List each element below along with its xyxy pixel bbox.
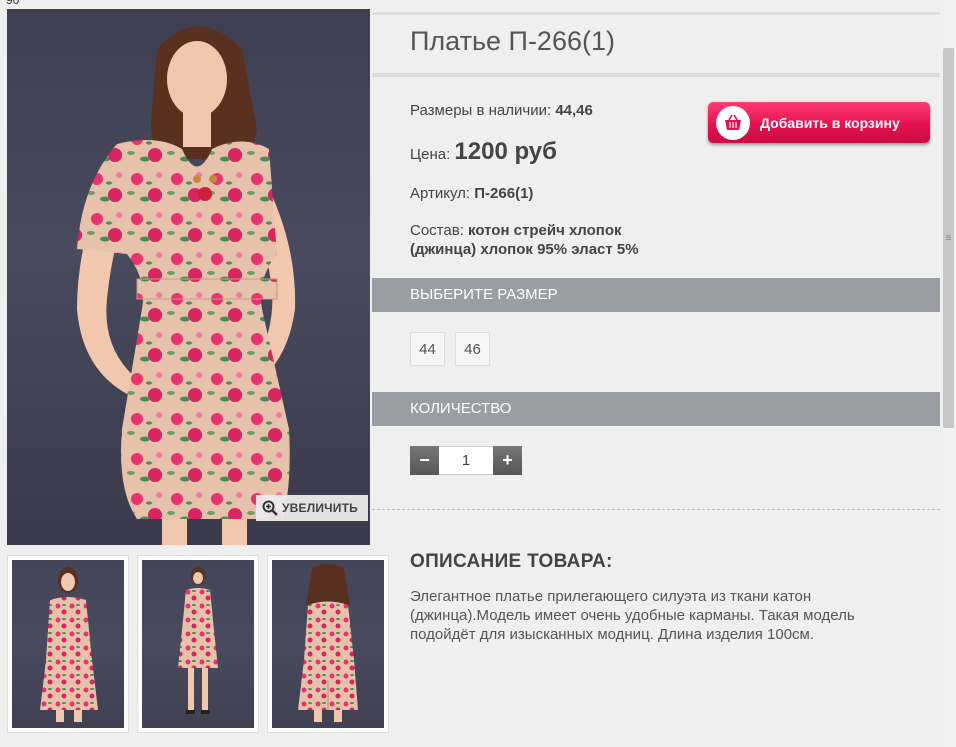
price-label: Цена:	[410, 146, 451, 163]
price: Цена: 1200 руб	[410, 138, 557, 166]
article: Артикул: П-266(1)	[410, 185, 533, 202]
thumbnail-full-length[interactable]	[137, 555, 259, 733]
thumbnail-back[interactable]	[267, 555, 389, 733]
product-title: Платье П-266(1)	[410, 26, 615, 56]
quantity-increase-button[interactable]: +	[493, 446, 522, 475]
corner-text: 90	[6, 0, 20, 7]
quantity-stepper: − +	[410, 446, 522, 475]
top-divider	[372, 12, 940, 15]
thumbnail-front-image	[40, 567, 98, 722]
article-label: Артикул:	[410, 185, 471, 202]
thumbnail-strip	[7, 555, 389, 733]
scrollbar[interactable]: ≡	[941, 0, 956, 747]
basket-icon	[716, 105, 750, 140]
composition: Состав: котон стрейч хлопок (джинца) хло…	[410, 221, 639, 259]
composition-label: Состав:	[410, 222, 464, 239]
sizes-value: 44,46	[555, 102, 593, 119]
thumbnail-back-image	[298, 564, 358, 722]
magnifier-plus-icon	[262, 500, 278, 516]
description-text: Элегантное платье прилегающего силуэта и…	[410, 588, 855, 643]
quantity-input[interactable]	[439, 446, 493, 475]
size-section-header: ВЫБЕРИТЕ РАЗМЕР	[372, 278, 940, 312]
main-product-photo[interactable]: УВЕЛИЧИТЬ	[7, 9, 370, 545]
quantity-section-header: КОЛИЧЕСТВО	[372, 392, 940, 426]
size-option-46[interactable]: 46	[455, 332, 490, 366]
dress-model-illustration	[77, 26, 296, 545]
article-value: П-266(1)	[474, 185, 534, 202]
price-value: 1200 руб	[454, 138, 557, 165]
title-divider	[372, 73, 940, 77]
description-title: ОПИСАНИЕ ТОВАРА:	[410, 551, 613, 572]
size-option-44[interactable]: 44	[410, 332, 445, 366]
zoom-button[interactable]: УВЕЛИЧИТЬ	[256, 495, 368, 521]
thumbnail-front[interactable]	[7, 555, 129, 733]
add-to-cart-label: Добавить в корзину	[760, 114, 900, 131]
zoom-button-label: УВЕЛИЧИТЬ	[282, 501, 358, 515]
thumbnail-full-length-image	[178, 567, 218, 714]
scrollbar-thumb[interactable]: ≡	[943, 48, 954, 428]
quantity-decrease-button[interactable]: −	[410, 446, 439, 475]
description-divider	[372, 509, 940, 510]
composition-value-1: котон стрейч хлопок	[468, 222, 622, 239]
sizes-label: Размеры в наличии:	[410, 102, 552, 119]
sizes-available: Размеры в наличии: 44,46	[410, 102, 593, 119]
composition-value-2: (джинца) хлопок 95% эласт 5%	[410, 241, 639, 258]
add-to-cart-button[interactable]: Добавить в корзину	[708, 102, 930, 143]
